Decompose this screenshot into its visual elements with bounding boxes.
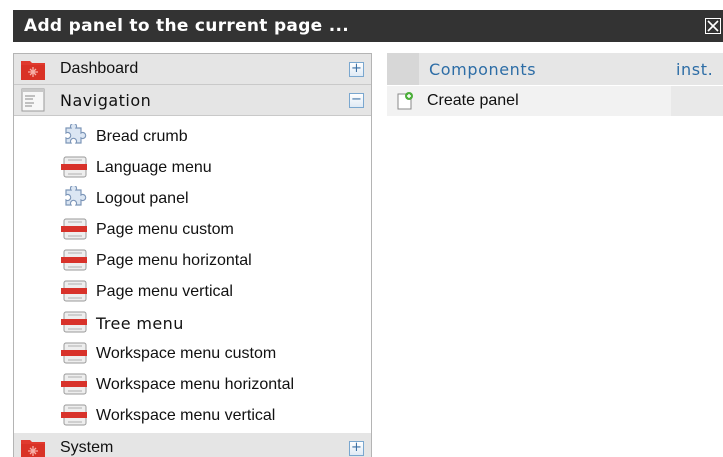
close-icon[interactable] xyxy=(705,18,721,34)
row-label: Create panel xyxy=(427,92,519,109)
expand-icon[interactable]: + xyxy=(349,62,364,77)
puzzle-icon xyxy=(60,184,88,210)
list-item-workspace-menu-custom[interactable]: Workspace menu custom xyxy=(14,338,371,369)
category-navigation[interactable]: Navigation − xyxy=(14,85,371,116)
table-row[interactable]: Create panel xyxy=(387,86,723,116)
item-label: Page menu vertical xyxy=(96,283,233,300)
item-label: Logout panel xyxy=(96,190,189,207)
item-label: Workspace menu vertical xyxy=(96,407,276,424)
table-header: Components inst. xyxy=(387,53,723,85)
category-system[interactable]: System + xyxy=(14,433,371,457)
menu-widget-icon xyxy=(60,248,88,272)
item-label: Page menu custom xyxy=(96,221,234,238)
list-item-language-menu[interactable]: Language menu xyxy=(14,152,371,183)
list-item-page-menu-vertical[interactable]: Page menu vertical xyxy=(14,276,371,307)
menu-widget-icon xyxy=(60,372,88,396)
header-icon-cell xyxy=(387,53,419,85)
menu-widget-icon xyxy=(60,279,88,303)
item-label: Bread crumb xyxy=(96,128,188,145)
panel-category-tree: Dashboard + Navigation − Bread crumb Lan… xyxy=(13,53,372,457)
create-panel-icon xyxy=(395,91,415,111)
list-item-page-menu-horizontal[interactable]: Page menu horizontal xyxy=(14,245,371,276)
list-item-workspace-menu-vertical[interactable]: Workspace menu vertical xyxy=(14,400,371,431)
menu-widget-icon xyxy=(60,155,88,179)
menu-widget-icon xyxy=(60,310,88,334)
item-label: Workspace menu custom xyxy=(96,345,277,362)
puzzle-icon xyxy=(60,122,88,148)
item-label: Language menu xyxy=(96,159,212,176)
column-header-components[interactable]: Components xyxy=(429,60,536,79)
item-label: Workspace menu horizontal xyxy=(96,376,295,393)
red-folder-icon xyxy=(20,57,46,81)
list-item-tree-menu[interactable]: Tree menu xyxy=(14,307,371,338)
menu-widget-icon xyxy=(60,341,88,365)
item-label: Tree menu xyxy=(96,314,184,333)
expand-icon[interactable]: + xyxy=(349,441,364,456)
column-header-inst[interactable]: inst. xyxy=(676,60,713,79)
inst-cell xyxy=(671,86,723,116)
navigation-document-icon xyxy=(20,88,46,112)
list-item-bread-crumb[interactable]: Bread crumb xyxy=(14,121,371,152)
dialog-titlebar: Add panel to the current page ... xyxy=(13,10,723,42)
category-dashboard[interactable]: Dashboard + xyxy=(14,54,371,85)
dialog-title: Add panel to the current page ... xyxy=(24,16,349,36)
menu-widget-icon xyxy=(60,403,88,427)
menu-widget-icon xyxy=(60,217,88,241)
category-label: Dashboard xyxy=(60,60,139,77)
red-folder-icon xyxy=(20,436,46,457)
category-label: System xyxy=(60,439,114,456)
item-label: Page menu horizontal xyxy=(96,252,252,269)
collapse-icon[interactable]: − xyxy=(349,93,364,108)
list-item-workspace-menu-horizontal[interactable]: Workspace menu horizontal xyxy=(14,369,371,400)
category-label: Navigation xyxy=(60,91,152,110)
list-item-page-menu-custom[interactable]: Page menu custom xyxy=(14,214,371,245)
list-item-logout-panel[interactable]: Logout panel xyxy=(14,183,371,214)
